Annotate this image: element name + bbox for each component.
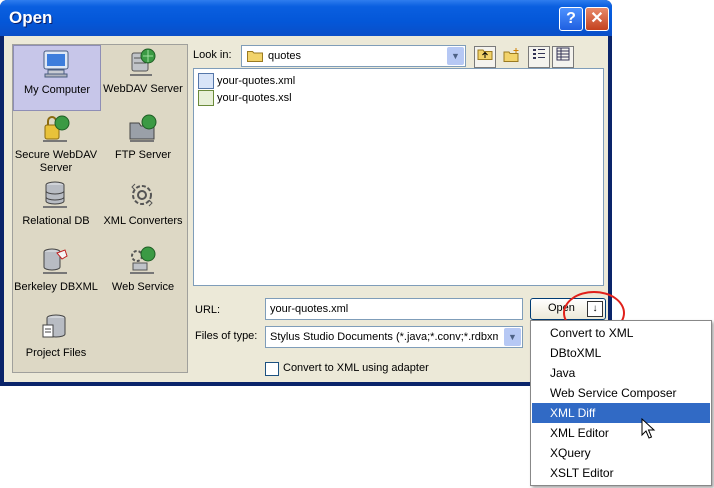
xsl-file-icon [198,90,214,106]
menu-item-xml-diff[interactable]: XML Diff [532,403,710,423]
title-bar[interactable]: Open ? ✕ [0,0,612,36]
project-files-icon [42,314,66,338]
menu-item-xquery[interactable]: XQuery [532,443,710,463]
place-berkeley-dbxml[interactable]: Berkeley DBXML [13,243,99,307]
menu-item-label: XSLT Editor [550,466,614,480]
place-label: FTP Server [114,149,172,161]
details-view-icon[interactable] [552,46,574,68]
list-view-icon[interactable] [528,46,550,68]
new-folder-icon[interactable] [501,46,523,68]
menu-item-label: DBtoXML [550,346,602,360]
place-label: Relational DB [22,215,90,227]
berkeley-db-icon [43,248,68,274]
chevron-down-icon[interactable]: ▼ [504,328,521,346]
mouse-cursor-icon [641,418,656,439]
place-project-files[interactable]: Project Files [13,309,99,373]
menu-item-label: XML Editor [550,426,609,440]
look-in-label: Look in: [193,49,232,61]
place-my-computer[interactable]: My Computer [13,45,101,111]
computer-icon [43,50,69,78]
menu-item-label: Java [550,366,576,380]
file-list: your-quotes.xml your-quotes.xsl [193,68,604,286]
ftp-server-icon [129,114,157,142]
open-with-menu: Convert to XML DBtoXML Java Web Service … [530,320,712,486]
files-of-type-value: Stylus Studio Documents (*.java;*.conv;*… [270,331,498,343]
chevron-down-icon[interactable]: ▼ [447,47,464,65]
place-label: Berkeley DBXML [14,281,98,293]
place-label: My Computer [23,84,91,96]
file-item[interactable]: your-quotes.xml [198,73,295,89]
menu-item-convert-to-xml[interactable]: Convert to XML [532,323,710,343]
file-name: your-quotes.xsl [217,92,292,104]
look-in-combo[interactable]: quotes ▼ [241,45,466,67]
menu-item-xml-editor[interactable]: XML Editor [532,423,710,443]
place-secure-webdav[interactable]: Secure WebDAV Server [13,111,99,175]
place-label: Secure WebDAV Server [14,149,98,174]
files-of-type-combo[interactable]: Stylus Studio Documents (*.java;*.conv;*… [265,326,523,348]
place-label: Web Service [111,281,175,293]
place-ftp-server[interactable]: FTP Server [100,111,186,175]
menu-item-xslt-editor[interactable]: XSLT Editor [532,463,710,483]
file-name: your-quotes.xml [217,75,296,87]
folder-icon [247,51,263,62]
url-value: your-quotes.xml [270,303,349,315]
webdav-server-icon [130,48,156,76]
menu-item-label: Convert to XML [550,326,634,340]
xml-file-icon [198,73,214,89]
place-label: Project Files [25,347,87,359]
menu-item-java[interactable]: Java [532,363,710,383]
files-of-type-label: Files of type: [195,330,258,342]
menu-item-label: XQuery [550,446,591,460]
look-in-value: quotes [268,50,302,62]
dialog-title: Open [9,8,53,27]
place-label: XML Converters [103,215,183,227]
menu-item-web-service-composer[interactable]: Web Service Composer [532,383,710,403]
place-relational-db[interactable]: Relational DB [13,177,99,241]
url-label: URL: [195,304,221,316]
convert-checkbox[interactable] [265,362,279,376]
menu-item-dbtoxml[interactable]: DBtoXML [532,343,710,363]
convert-label: Convert to XML using adapter [283,362,429,374]
place-label: WebDAV Server [103,83,183,95]
web-service-icon [130,246,156,274]
place-web-service[interactable]: Web Service [100,243,186,307]
help-button[interactable]: ? [559,7,583,31]
file-item[interactable]: your-quotes.xsl [198,90,292,106]
place-webdav-server[interactable]: WebDAV Server [100,45,186,109]
up-folder-icon[interactable] [474,46,496,68]
url-input[interactable]: your-quotes.xml [265,298,523,320]
open-dialog: Open ? ✕ My Computer WebDAV Server Secur… [0,0,612,386]
secure-webdav-icon [43,115,70,142]
close-button[interactable]: ✕ [585,7,609,31]
dialog-body: My Computer WebDAV Server Secure WebDAV … [4,36,608,382]
places-bar: My Computer WebDAV Server Secure WebDAV … [12,44,188,373]
menu-item-label: XML Diff [550,406,596,420]
place-xml-converters[interactable]: XML Converters [100,177,186,241]
converters-gear-icon [131,183,153,207]
menu-item-label: Web Service Composer [550,386,677,400]
database-icon [43,181,67,208]
